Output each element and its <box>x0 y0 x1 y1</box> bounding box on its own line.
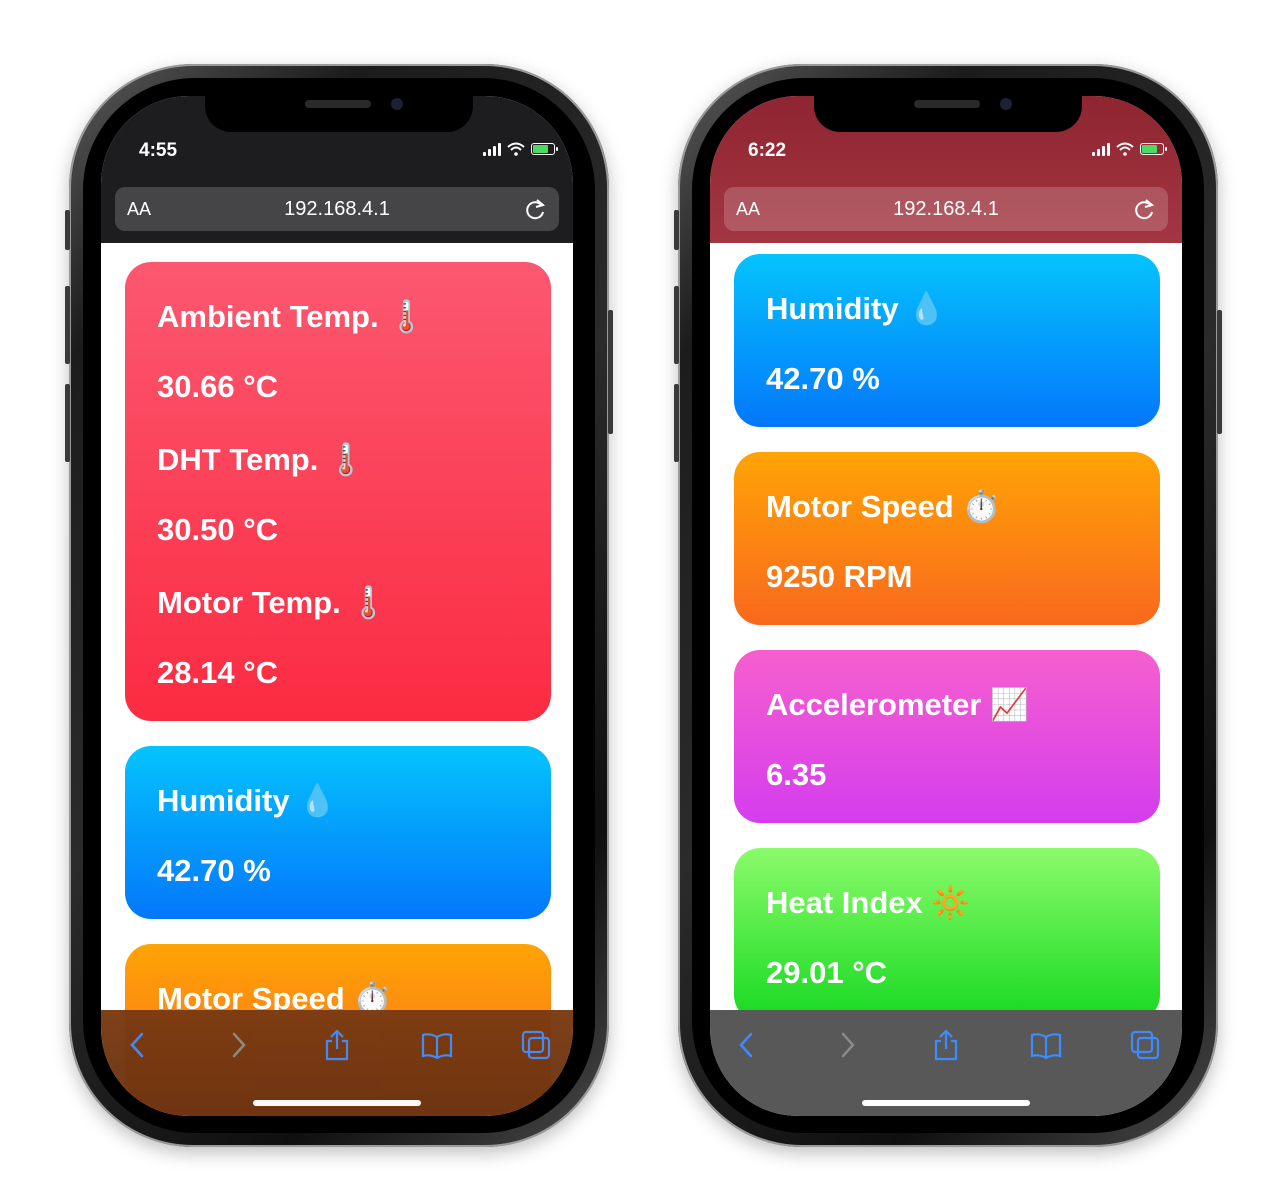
humidity-label: Humidity 💧 <box>157 783 337 818</box>
reload-icon[interactable] <box>525 197 547 221</box>
humidity-label: Humidity 💧 <box>766 291 946 326</box>
phone-screen: 6:22 AA 192.168.4.1 Humidity 💧 42.70 % M… <box>710 96 1182 1116</box>
forward-icon[interactable] <box>830 1028 864 1062</box>
ambient-temp-value: 30.66 °C <box>157 369 278 404</box>
cellular-signal-icon <box>1092 142 1110 156</box>
side-button <box>608 310 613 434</box>
page-content: Humidity 💧 42.70 % Motor Speed ⏱️ 9250 R… <box>710 243 1182 1116</box>
notch <box>814 96 1082 132</box>
speaker <box>305 100 371 108</box>
heat-index-value: 29.01 °C <box>766 955 887 990</box>
share-icon[interactable] <box>929 1028 963 1062</box>
tabs-icon[interactable] <box>1128 1028 1162 1062</box>
status-time: 6:22 <box>748 140 787 161</box>
url-text[interactable]: 192.168.4.1 <box>724 198 1168 221</box>
side-button <box>1217 310 1222 434</box>
humidity-value: 42.70 % <box>157 853 271 888</box>
battery-icon <box>531 143 558 155</box>
humidity-card: Humidity 💧 42.70 % <box>734 254 1160 427</box>
address-bar[interactable]: AA 192.168.4.1 <box>724 187 1168 231</box>
browser-toolbar <box>710 1010 1182 1116</box>
home-indicator[interactable] <box>253 1100 421 1106</box>
accelerometer-value: 6.35 <box>766 757 827 792</box>
humidity-value: 42.70 % <box>766 361 880 396</box>
humidity-card: Humidity 💧 42.70 % <box>125 746 551 919</box>
back-icon[interactable] <box>730 1028 764 1062</box>
heat-index-card: Heat Index 🔆 29.01 °C <box>734 848 1160 1021</box>
phone-screen: 4:55 AA 192.168.4.1 Ambient Temp. 🌡️ 30.… <box>101 96 573 1116</box>
motor-speed-value: 9250 RPM <box>766 559 913 594</box>
accelerometer-card: Accelerometer 📈 6.35 <box>734 650 1160 823</box>
share-icon[interactable] <box>320 1028 354 1062</box>
phone-right: 6:22 AA 192.168.4.1 Humidity 💧 42.70 % M… <box>674 64 1222 1147</box>
heat-index-label: Heat Index 🔆 <box>766 885 970 920</box>
motor-temp-label: Motor Temp. 🌡️ <box>157 585 388 620</box>
notch <box>205 96 473 132</box>
status-icons <box>1092 142 1167 156</box>
forward-icon[interactable] <box>221 1028 255 1062</box>
accelerometer-label: Accelerometer 📈 <box>766 687 1029 722</box>
browser-top-bar: 6:22 AA 192.168.4.1 <box>710 96 1182 243</box>
back-icon[interactable] <box>121 1028 155 1062</box>
front-camera <box>391 98 403 110</box>
motor-temp-value: 28.14 °C <box>157 655 278 690</box>
browser-toolbar <box>101 1010 573 1116</box>
volume-up-button <box>674 286 679 364</box>
phone-left: 4:55 AA 192.168.4.1 Ambient Temp. 🌡️ 30.… <box>65 64 613 1147</box>
mute-switch <box>674 210 679 250</box>
temperature-card: Ambient Temp. 🌡️ 30.66 °C DHT Temp. 🌡️ 3… <box>125 262 551 721</box>
browser-top-bar: 4:55 AA 192.168.4.1 <box>101 96 573 243</box>
volume-down-button <box>65 384 70 462</box>
wifi-icon <box>1116 142 1134 156</box>
url-text[interactable]: 192.168.4.1 <box>115 198 559 221</box>
bookmarks-icon[interactable] <box>420 1028 454 1062</box>
volume-up-button <box>65 286 70 364</box>
dht-temp-label: DHT Temp. 🌡️ <box>157 442 366 477</box>
speaker <box>914 100 980 108</box>
motor-speed-label: Motor Speed ⏱️ <box>766 489 1001 524</box>
cellular-signal-icon <box>483 142 501 156</box>
home-indicator[interactable] <box>862 1100 1030 1106</box>
status-time: 4:55 <box>139 140 178 161</box>
volume-down-button <box>674 384 679 462</box>
ambient-temp-label: Ambient Temp. 🌡️ <box>157 299 426 334</box>
front-camera <box>1000 98 1012 110</box>
wifi-icon <box>507 142 525 156</box>
tabs-icon[interactable] <box>519 1028 553 1062</box>
status-icons <box>483 142 558 156</box>
motor-speed-card: Motor Speed ⏱️ 9250 RPM <box>734 452 1160 625</box>
address-bar[interactable]: AA 192.168.4.1 <box>115 187 559 231</box>
battery-icon <box>1140 143 1167 155</box>
bookmarks-icon[interactable] <box>1029 1028 1063 1062</box>
mute-switch <box>65 210 70 250</box>
page-content: Ambient Temp. 🌡️ 30.66 °C DHT Temp. 🌡️ 3… <box>101 243 573 1116</box>
reload-icon[interactable] <box>1134 197 1156 221</box>
dht-temp-value: 30.50 °C <box>157 512 278 547</box>
